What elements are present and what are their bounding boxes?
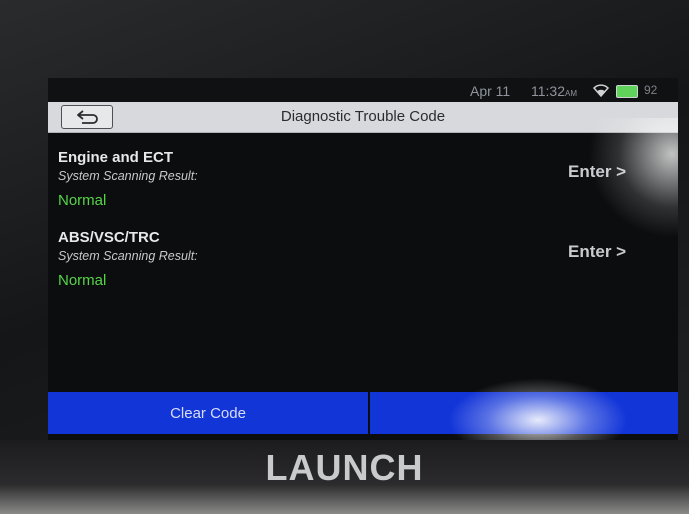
wifi-icon	[593, 84, 609, 97]
footer-right-button[interactable]	[370, 392, 678, 434]
result-value: Normal	[58, 192, 107, 209]
status-date: Apr 11	[470, 83, 511, 99]
footer-bar: Clear Code	[48, 392, 678, 434]
tablet-device: Apr 11 11:32AM 92 Diagnostic Trouble Cod…	[0, 0, 689, 514]
status-time: 11:32AM	[531, 83, 577, 99]
system-name: ABS/VSC/TRC	[58, 229, 160, 246]
title-bar: Diagnostic Trouble Code	[48, 102, 678, 133]
enter-button-abs[interactable]: Enter >	[568, 242, 626, 262]
status-time-value: 11:32	[531, 83, 565, 99]
status-ampm: AM	[565, 89, 577, 98]
back-button[interactable]	[61, 105, 113, 129]
enter-button-engine[interactable]: Enter >	[568, 162, 626, 182]
battery-icon	[616, 85, 638, 98]
clear-code-button[interactable]: Clear Code	[48, 392, 370, 434]
page-title: Diagnostic Trouble Code	[280, 108, 446, 125]
status-battery-level: 92	[644, 83, 658, 97]
result-label: System Scanning Result:	[58, 169, 198, 183]
brand-logo: LAUNCH	[265, 447, 424, 488]
result-value: Normal	[58, 272, 107, 289]
result-label: System Scanning Result:	[58, 249, 198, 263]
system-name: Engine and ECT	[58, 149, 174, 166]
back-arrow-icon	[77, 110, 98, 124]
status-bar: Apr 11 11:32AM 92	[48, 78, 678, 102]
device-screen: Apr 11 11:32AM 92 Diagnostic Trouble Cod…	[48, 78, 678, 440]
